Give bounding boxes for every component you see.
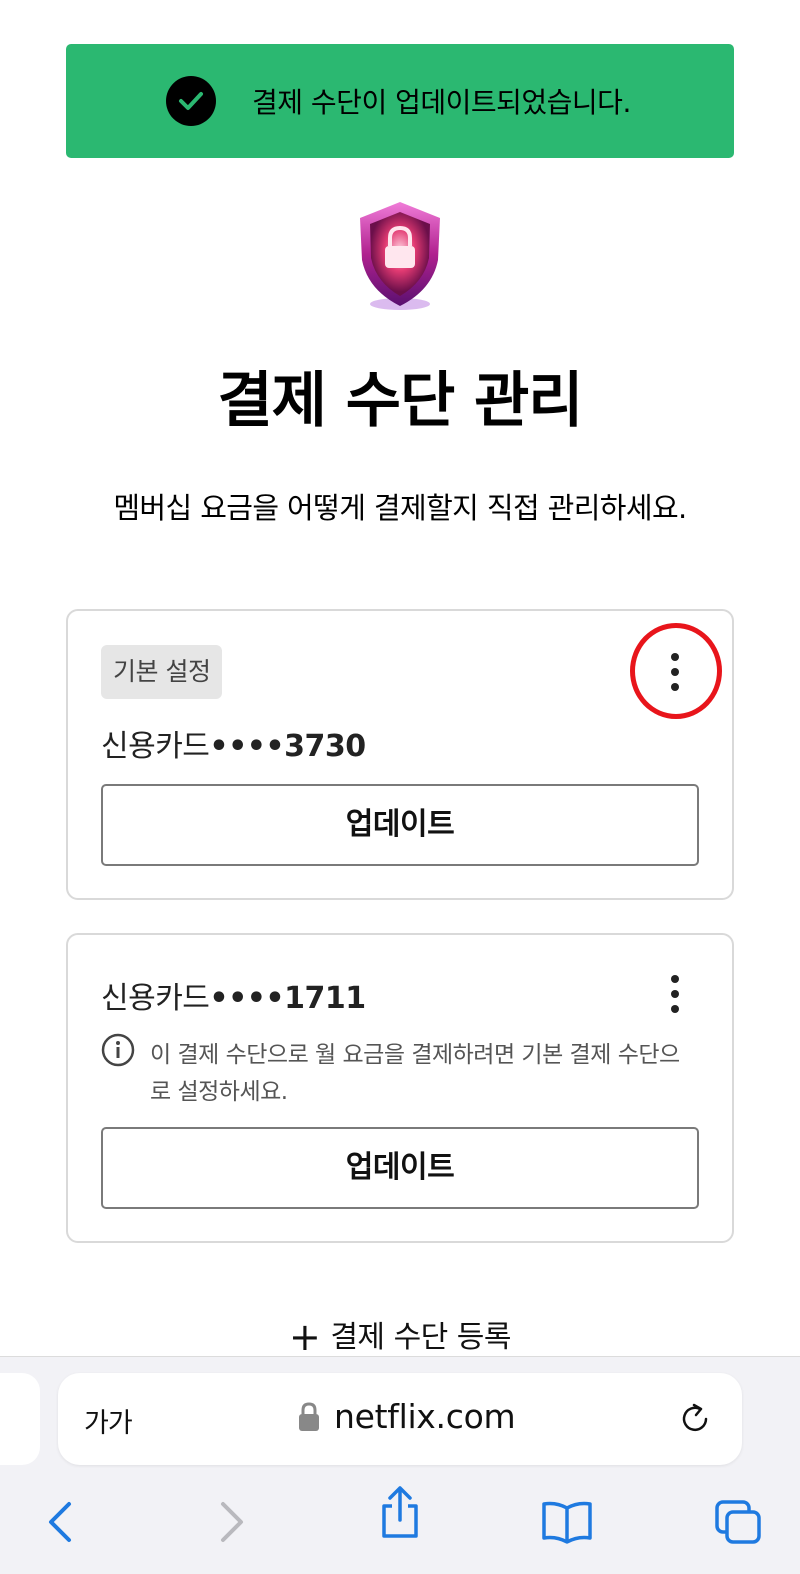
page-title: 결제 수단 관리 <box>217 366 584 436</box>
card-number: ••••3730 <box>209 729 366 764</box>
forward-icon[interactable] <box>202 1497 262 1547</box>
more-options-icon[interactable] <box>660 647 690 697</box>
lock-icon <box>299 1402 319 1431</box>
update-button[interactable]: 업데이트 <box>101 1127 699 1209</box>
reload-icon[interactable] <box>678 1401 714 1437</box>
bookmarks-icon[interactable] <box>537 1497 597 1547</box>
info-icon <box>101 1033 135 1067</box>
browser-toolbar: 가가 netflix.com <box>0 1356 800 1574</box>
info-text: 이 결제 수단으로 월 요금을 결제하려면 기본 결제 수단으로 설정하세요. <box>150 1042 680 1105</box>
payment-method-card: 신용카드••••1711 이 결제 수단으로 월 요금을 결제하려면 기본 결제… <box>66 933 734 1243</box>
card-label: 신용카드••••3730 <box>101 721 366 765</box>
shield-lock-icon <box>360 202 440 310</box>
update-button[interactable]: 업데이트 <box>101 784 699 866</box>
card-number: ••••1711 <box>209 981 366 1016</box>
payment-method-card: 기본 설정 신용카드••••3730 업데이트 <box>66 609 734 900</box>
add-payment-label: 결제 수단 등록 <box>330 1320 512 1355</box>
share-icon[interactable] <box>370 1486 430 1538</box>
back-icon[interactable] <box>30 1497 90 1547</box>
add-payment-method-link[interactable]: + 결제 수단 등록 <box>0 1312 800 1359</box>
success-toast: 결제 수단이 업데이트되었습니다. <box>66 44 734 158</box>
check-icon <box>166 76 216 126</box>
more-options-icon[interactable] <box>660 969 690 1019</box>
previous-tab-preview[interactable] <box>0 1373 40 1465</box>
page-subtitle: 멤버십 요금을 어떻게 결제할지 직접 관리하세요. <box>113 491 687 525</box>
card-type: 신용카드 <box>101 981 210 1016</box>
card-label: 신용카드••••1711 <box>101 973 366 1017</box>
address-bar[interactable]: 가가 netflix.com <box>58 1373 742 1465</box>
toast-message: 결제 수단이 업데이트되었습니다. <box>252 86 631 119</box>
url-domain: netflix.com <box>334 1397 516 1436</box>
plus-icon: + <box>288 1315 321 1359</box>
tabs-icon[interactable] <box>708 1497 768 1547</box>
card-type: 신용카드 <box>101 729 210 764</box>
default-badge: 기본 설정 <box>101 645 223 699</box>
text-size-button[interactable]: 가가 <box>84 1401 133 1440</box>
